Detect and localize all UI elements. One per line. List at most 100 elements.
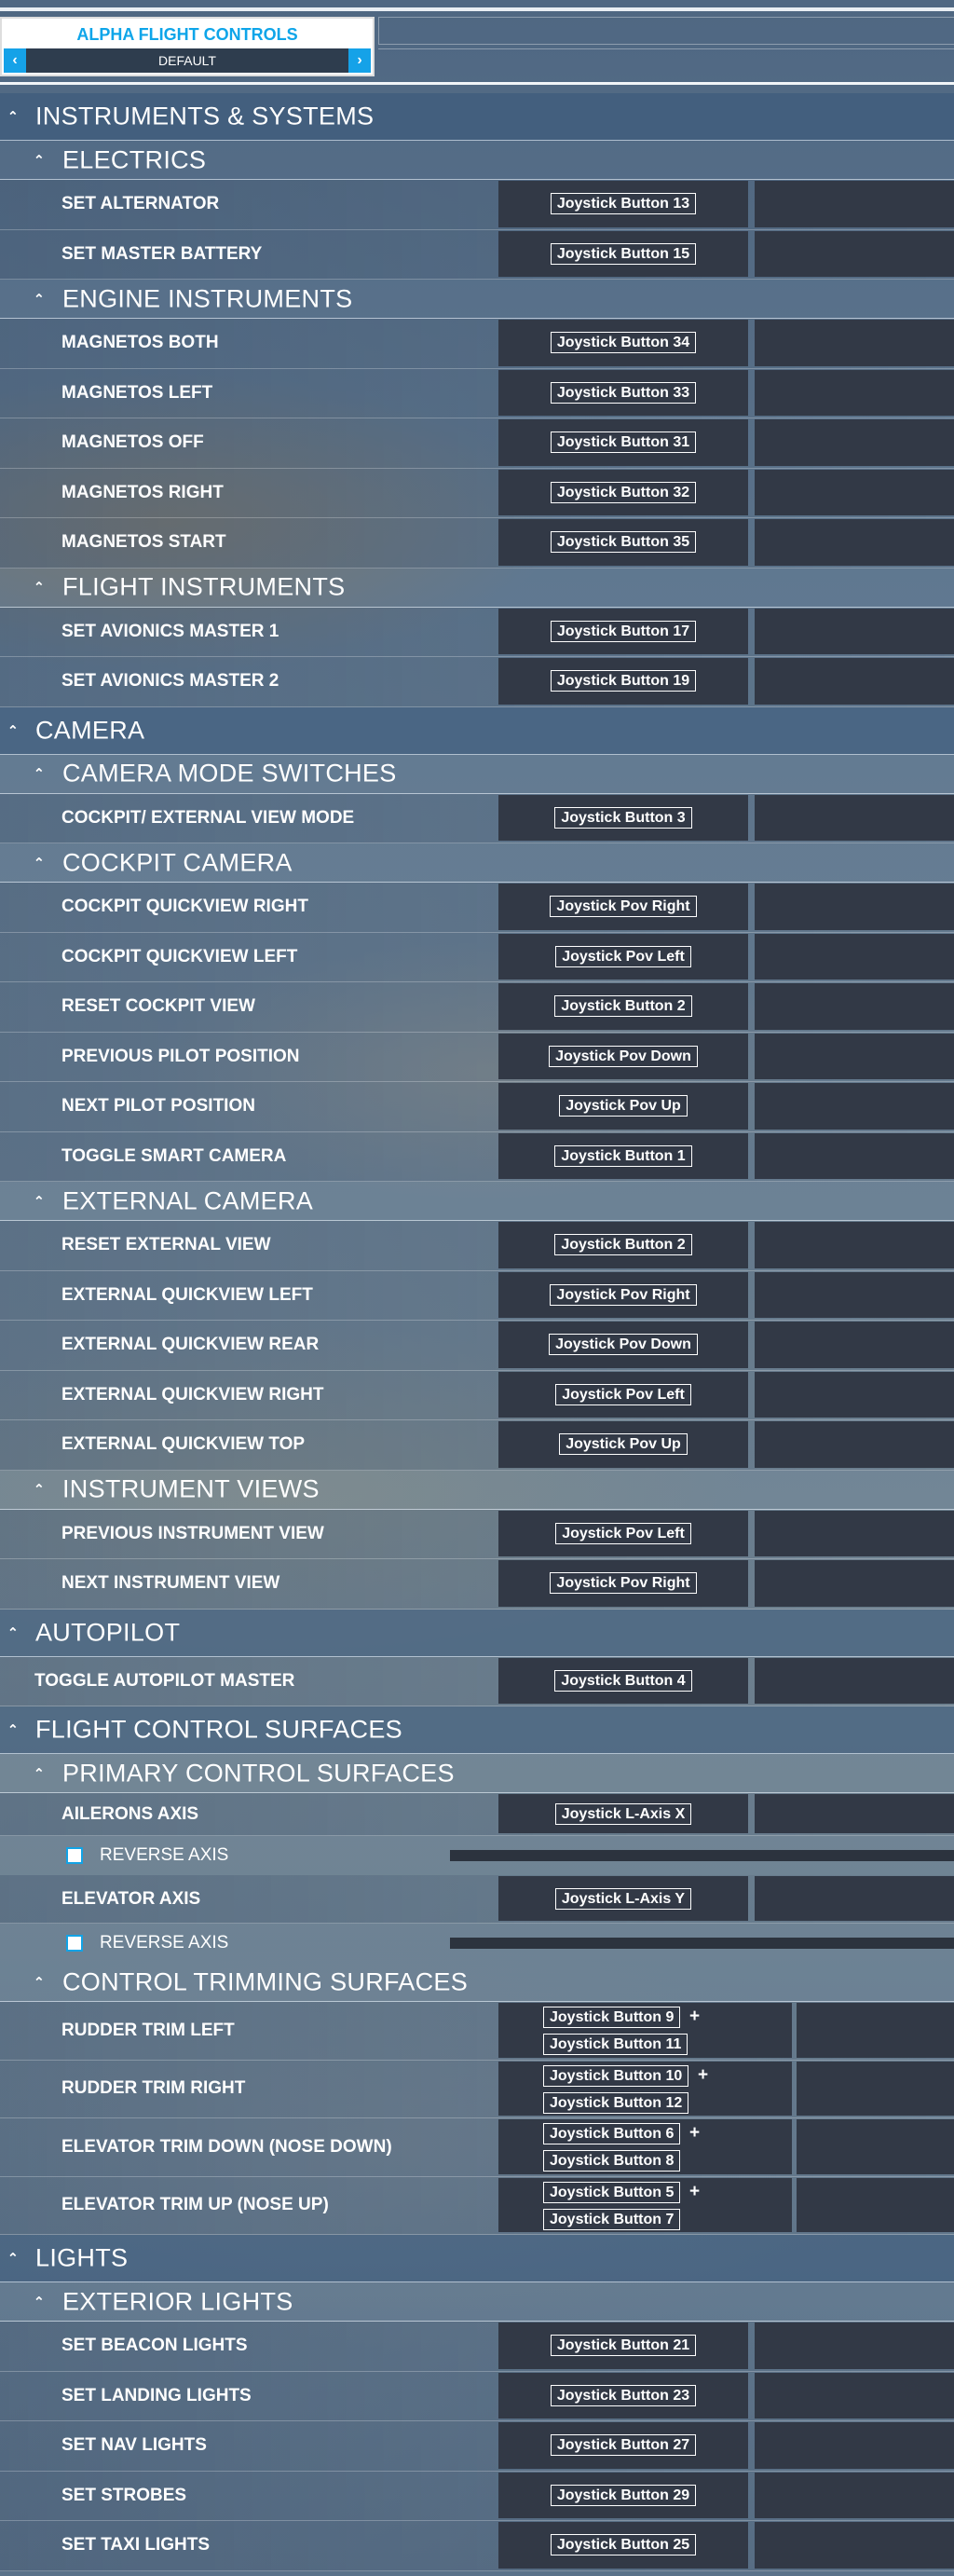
reverse-axis-checkbox[interactable] bbox=[66, 1935, 83, 1952]
binding-slot-2[interactable] bbox=[755, 1033, 954, 1079]
binding-slot-1[interactable]: Joystick Pov Up bbox=[498, 1083, 748, 1130]
action-row[interactable]: MAGNETOS RIGHT Joystick Button 32 bbox=[0, 468, 954, 518]
action-row[interactable]: SET AVIONICS MASTER 2 Joystick Button 19 bbox=[0, 657, 954, 707]
sensitivity-bar[interactable] bbox=[450, 1850, 954, 1861]
chevron-left-icon[interactable]: ‹ bbox=[4, 48, 26, 73]
binding-slot-1[interactable]: Joystick Pov Down bbox=[498, 1322, 748, 1368]
action-row[interactable]: PREVIOUS PILOT POSITION Joystick Pov Dow… bbox=[0, 1032, 954, 1082]
binding-slot-1[interactable]: Joystick Pov Up bbox=[498, 1421, 748, 1468]
binding-slot-2[interactable] bbox=[755, 1271, 954, 1318]
binding-slot-1[interactable]: Joystick Button 25 bbox=[498, 2522, 748, 2569]
binding-slot-1[interactable]: Joystick Button 3 bbox=[498, 794, 748, 841]
subcategory-engine-instruments[interactable]: ⌃ ENGINE INSTRUMENTS bbox=[0, 280, 954, 319]
binding-slot-2[interactable] bbox=[755, 933, 954, 980]
action-row[interactable]: COCKPIT QUICKVIEW RIGHT Joystick Pov Rig… bbox=[0, 883, 954, 933]
action-row[interactable]: COCKPIT/ EXTERNAL VIEW MODE Joystick But… bbox=[0, 793, 954, 843]
action-row[interactable]: MAGNETOS START Joystick Button 35 bbox=[0, 518, 954, 569]
binding-slot-1[interactable]: Joystick Button 34 bbox=[498, 320, 748, 366]
binding-slot-2[interactable] bbox=[755, 469, 954, 515]
category-flight-control-surfaces[interactable]: ⌃ FLIGHT CONTROL SURFACES bbox=[0, 1706, 954, 1754]
category-camera[interactable]: ⌃ CAMERA bbox=[0, 706, 954, 755]
action-row[interactable]: EXTERNAL QUICKVIEW TOP Joystick Pov Up bbox=[0, 1420, 954, 1471]
binding-slot-2[interactable] bbox=[755, 983, 954, 1030]
binding-slot-1[interactable]: Joystick Button 35 bbox=[498, 519, 748, 566]
binding-slot-2[interactable] bbox=[755, 2472, 954, 2518]
binding-slot-2[interactable] bbox=[755, 1510, 954, 1556]
binding-slot-1[interactable]: Joystick Button 4 bbox=[498, 1657, 748, 1704]
action-row[interactable]: TOGGLE AUTOPILOT MASTER Joystick Button … bbox=[0, 1656, 954, 1706]
binding-slot-2[interactable] bbox=[755, 1083, 954, 1130]
binding-slot-2[interactable] bbox=[797, 2177, 954, 2232]
action-row[interactable]: SET BEACON LIGHTS Joystick Button 21 bbox=[0, 2322, 954, 2372]
action-row[interactable]: SET ALTERNATOR Joystick Button 13 bbox=[0, 180, 954, 230]
binding-slot-2[interactable] bbox=[755, 2522, 954, 2569]
binding-slot-1[interactable]: Joystick Button 13 bbox=[498, 181, 748, 227]
chevron-right-icon[interactable]: › bbox=[348, 48, 371, 73]
binding-slot-1[interactable]: Joystick Button 27 bbox=[498, 2422, 748, 2469]
action-row[interactable]: AILERONS AXIS Joystick L-Axis X bbox=[0, 1793, 954, 1836]
subcategory-control-trimming[interactable]: ⌃ CONTROL TRIMMING SURFACES bbox=[0, 1963, 954, 2002]
binding-slot-1[interactable]: Joystick Button 6 + Joystick Button 8 bbox=[498, 2119, 792, 2174]
binding-slot-1[interactable]: Joystick Pov Down bbox=[498, 1033, 748, 1079]
action-row[interactable]: SET LANDING LIGHTS Joystick Button 23 bbox=[0, 2371, 954, 2421]
reverse-axis-checkbox[interactable] bbox=[66, 1847, 83, 1864]
action-row[interactable]: MAGNETOS BOTH Joystick Button 34 bbox=[0, 319, 954, 369]
action-row[interactable]: EXTERNAL QUICKVIEW LEFT Joystick Pov Rig… bbox=[0, 1270, 954, 1321]
binding-slot-2[interactable] bbox=[755, 519, 954, 566]
subcategory-electrics[interactable]: ⌃ ELECTRICS bbox=[0, 141, 954, 180]
action-row[interactable]: MAGNETOS LEFT Joystick Button 33 bbox=[0, 368, 954, 418]
binding-slot-1[interactable]: Joystick L-Axis Y bbox=[498, 1876, 748, 1921]
binding-slot-2[interactable] bbox=[755, 369, 954, 416]
binding-slot-1[interactable]: Joystick L-Axis X bbox=[498, 1794, 748, 1833]
binding-slot-1[interactable]: Joystick Pov Left bbox=[498, 1371, 748, 1418]
action-row[interactable]: PREVIOUS INSTRUMENT VIEW Joystick Pov Le… bbox=[0, 1509, 954, 1559]
action-row[interactable]: SET AVIONICS MASTER 1 Joystick Button 17 bbox=[0, 607, 954, 657]
subcategory-primary-control-surfaces[interactable]: ⌃ PRIMARY CONTROL SURFACES bbox=[0, 1754, 954, 1793]
action-row[interactable]: RESET EXTERNAL VIEW Joystick Button 2 bbox=[0, 1221, 954, 1271]
action-row[interactable]: MAGNETOS OFF Joystick Button 31 bbox=[0, 418, 954, 469]
binding-slot-2[interactable] bbox=[755, 658, 954, 705]
binding-slot-1[interactable]: Joystick Pov Right bbox=[498, 1271, 748, 1318]
binding-slot-1[interactable]: Joystick Pov Left bbox=[498, 933, 748, 980]
binding-slot-1[interactable]: Joystick Pov Left bbox=[498, 1510, 748, 1556]
binding-slot-2[interactable] bbox=[755, 230, 954, 277]
action-row[interactable]: EXTERNAL QUICKVIEW REAR Joystick Pov Dow… bbox=[0, 1321, 954, 1371]
binding-slot-2[interactable] bbox=[755, 1371, 954, 1418]
binding-slot-2[interactable] bbox=[755, 2422, 954, 2469]
action-row[interactable]: RUDDER TRIM RIGHT Joystick Button 10 + J… bbox=[0, 2060, 954, 2118]
subcategory-cockpit-camera[interactable]: ⌃ COCKPIT CAMERA bbox=[0, 843, 954, 883]
binding-slot-1[interactable]: Joystick Button 19 bbox=[498, 658, 748, 705]
action-row[interactable]: COCKPIT QUICKVIEW LEFT Joystick Pov Left bbox=[0, 932, 954, 982]
binding-slot-2[interactable] bbox=[755, 1794, 954, 1833]
category-instruments[interactable]: ⌃ INSTRUMENTS & SYSTEMS bbox=[0, 93, 954, 141]
binding-slot-2[interactable] bbox=[755, 1876, 954, 1921]
action-row[interactable]: NEXT INSTRUMENT VIEW Joystick Pov Right bbox=[0, 1559, 954, 1610]
binding-slot-2[interactable] bbox=[755, 419, 954, 466]
binding-slot-2[interactable] bbox=[755, 1421, 954, 1468]
binding-slot-2[interactable] bbox=[755, 181, 954, 227]
action-row[interactable]: NEXT PILOT POSITION Joystick Pov Up bbox=[0, 1082, 954, 1132]
action-row[interactable]: SET MASTER BATTERY Joystick Button 15 bbox=[0, 229, 954, 280]
binding-slot-1[interactable]: Joystick Button 21 bbox=[498, 2323, 748, 2369]
binding-slot-1[interactable]: Joystick Button 2 bbox=[498, 983, 748, 1030]
category-lights[interactable]: ⌃ LIGHTS bbox=[0, 2235, 954, 2282]
binding-slot-1[interactable]: Joystick Button 17 bbox=[498, 608, 748, 654]
binding-slot-1[interactable]: Joystick Button 9 + Joystick Button 11 bbox=[498, 2003, 792, 2058]
binding-slot-2[interactable] bbox=[755, 320, 954, 366]
subcategory-exterior-lights[interactable]: ⌃ EXTERIOR LIGHTS bbox=[0, 2282, 954, 2322]
subcategory-flight-instruments[interactable]: ⌃ FLIGHT INSTRUMENTS bbox=[0, 569, 954, 608]
binding-slot-1[interactable]: Joystick Button 23 bbox=[498, 2372, 748, 2418]
action-row[interactable]: ELEVATOR TRIM DOWN (NOSE DOWN) Joystick … bbox=[0, 2118, 954, 2177]
binding-slot-1[interactable]: Joystick Button 2 bbox=[498, 1222, 748, 1268]
binding-slot-1[interactable]: Joystick Button 5 + Joystick Button 7 bbox=[498, 2178, 792, 2233]
sensitivity-bar[interactable] bbox=[450, 1938, 954, 1949]
binding-slot-2[interactable] bbox=[755, 2323, 954, 2369]
binding-slot-1[interactable]: Joystick Button 1 bbox=[498, 1132, 748, 1179]
action-row[interactable]: ELEVATOR TRIM UP (NOSE UP) Joystick Butt… bbox=[0, 2176, 954, 2235]
binding-slot-2[interactable] bbox=[755, 1132, 954, 1179]
subcategory-instrument-views[interactable]: ⌃ INSTRUMENT VIEWS bbox=[0, 1471, 954, 1510]
action-row[interactable]: SET NAV LIGHTS Joystick Button 27 bbox=[0, 2421, 954, 2472]
binding-slot-2[interactable] bbox=[755, 2372, 954, 2418]
binding-slot-2[interactable] bbox=[755, 1657, 954, 1704]
binding-slot-2[interactable] bbox=[755, 1322, 954, 1368]
